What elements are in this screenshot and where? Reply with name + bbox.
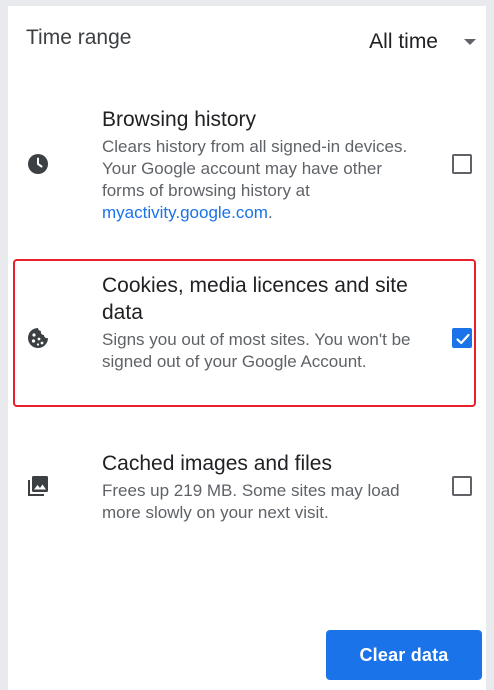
time-range-dropdown[interactable]: All time xyxy=(369,24,476,60)
option-description: Frees up 219 MB. Some sites may load mor… xyxy=(102,481,400,522)
option-description: Signs you out of most sites. You won't b… xyxy=(102,330,411,371)
option-browsing-history[interactable]: Browsing history Clears history from all… xyxy=(12,106,474,236)
option-title: Browsing history xyxy=(102,108,257,131)
cookies-checkbox[interactable] xyxy=(452,328,472,348)
time-range-value: All time xyxy=(369,30,438,53)
option-title: Cookies, media licences and site data xyxy=(102,274,408,324)
clock-icon xyxy=(26,152,50,176)
clear-browsing-data-screen: Time range All time Browsing history Cle… xyxy=(0,0,494,690)
option-cookies-site-data[interactable]: Cookies, media licences and site data Si… xyxy=(12,272,474,400)
option-text: Cached images and files Frees up 219 MB.… xyxy=(102,450,412,524)
images-icon xyxy=(26,474,50,498)
option-text: Browsing history Clears history from all… xyxy=(102,106,412,224)
checkmark-icon xyxy=(456,333,470,345)
cookie-icon xyxy=(26,326,50,350)
dropdown-arrow-icon xyxy=(464,39,476,45)
option-text: Cookies, media licences and site data Si… xyxy=(102,272,412,373)
option-cached-images[interactable]: Cached images and files Frees up 219 MB.… xyxy=(12,450,474,540)
option-title: Cached images and files xyxy=(102,452,332,475)
option-description: Clears history from all signed-in device… xyxy=(102,136,412,224)
option-description-text: Clears history from all signed-in device… xyxy=(102,137,408,200)
option-description-end: . xyxy=(267,203,273,222)
clear-data-button[interactable]: Clear data xyxy=(326,630,482,680)
cached-images-checkbox[interactable] xyxy=(452,476,472,496)
time-range-row: Time range All time xyxy=(26,24,486,60)
myactivity-link[interactable]: myactivity.google.com xyxy=(102,203,268,222)
time-range-label: Time range xyxy=(26,26,132,49)
browsing-history-checkbox[interactable] xyxy=(452,154,472,174)
